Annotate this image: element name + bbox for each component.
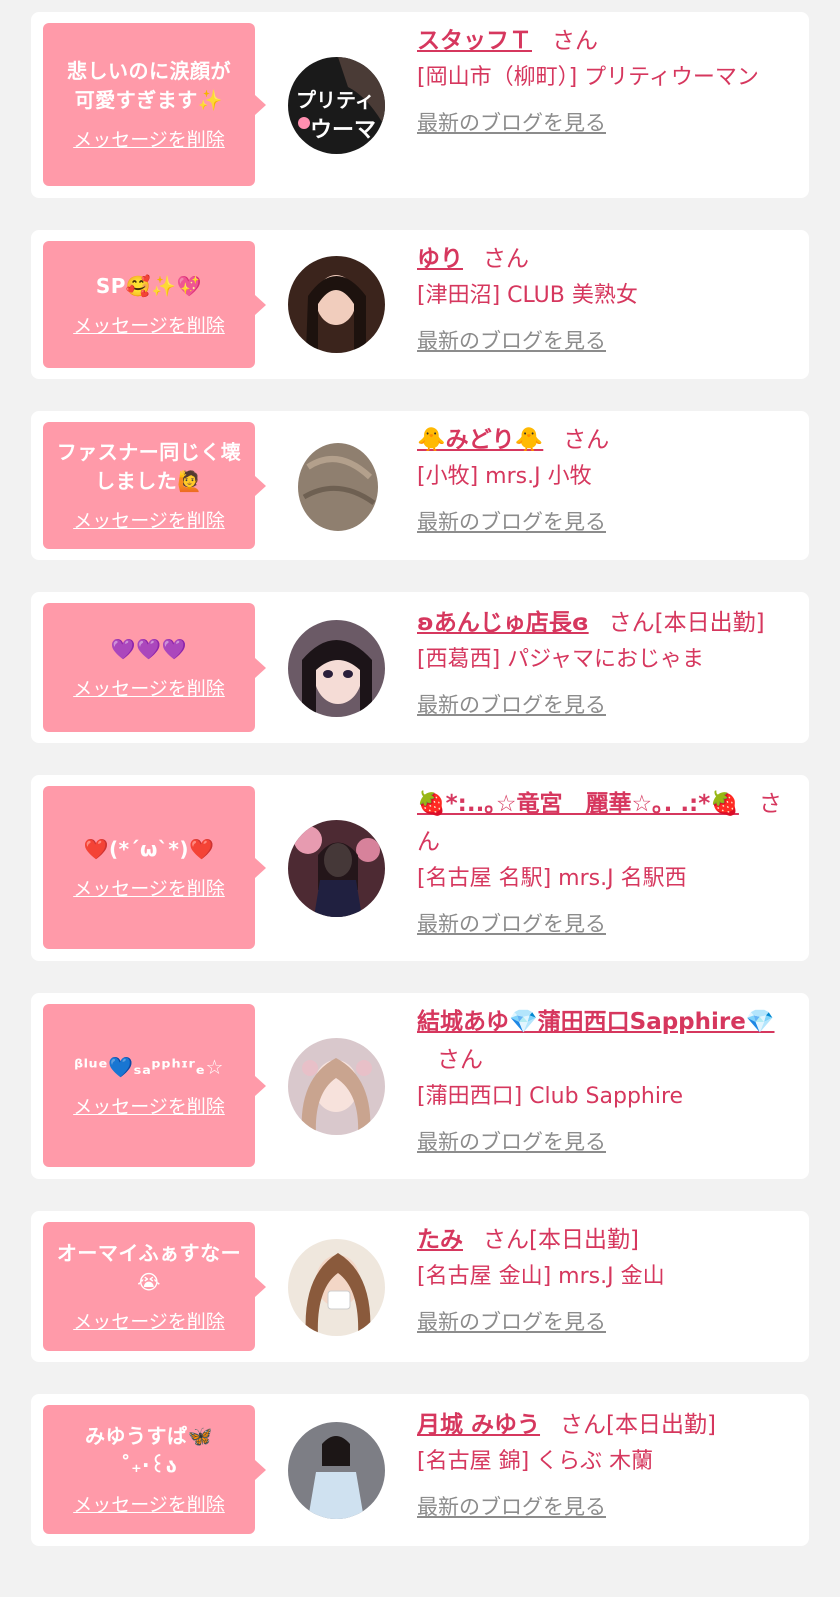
message-text: 悲しいのに涙顔が可愛すぎます✨ (67, 59, 231, 112)
shop-name: [津田沼] CLUB 美熟女 (417, 283, 638, 308)
list-item: ᵝˡᵘᵉ💙ₛₐᵖᵖʰᶦʳₑ☆ メッセージを削除 結城あゆ💎蒲田西口Sapphir… (31, 993, 809, 1179)
list-item: 💜💜💜 メッセージを削除 ʚあんじゅ店長ɞ さん[本日出勤] [西葛西] パジャマ… (31, 592, 809, 743)
view-blog-link[interactable]: 最新のブログを見る (417, 690, 606, 720)
cast-name-link[interactable]: 🍓*:..｡☆竜宮 麗華☆｡. .:*🍓 (417, 791, 739, 817)
cast-name-link[interactable]: 結城あゆ💎蒲田西口Sapphire💎 (417, 1009, 775, 1035)
avatar[interactable] (288, 620, 385, 717)
cast-info: ゆり さん [津田沼] CLUB 美熟女 最新のブログを見る (417, 240, 801, 356)
avatar-photo (288, 256, 385, 353)
cast-info: スタッフＴ さん [岡山市（柳町）] プリティウーマン 最新のブログを見る (417, 22, 801, 138)
avatar-photo (288, 620, 385, 717)
avatar[interactable] (288, 1239, 385, 1336)
delete-message-link[interactable]: メッセージを削除 (73, 1490, 225, 1517)
cast-name-link[interactable]: 🐥みどり🐥 (417, 427, 543, 453)
delete-message-link[interactable]: メッセージを削除 (73, 1307, 225, 1334)
delete-message-link[interactable]: メッセージを削除 (73, 1092, 225, 1119)
delete-message-link[interactable]: メッセージを削除 (73, 674, 225, 701)
avatar[interactable]: プリティ ウーマ (288, 57, 385, 154)
cast-name-link[interactable]: ʚあんじゅ店長ɞ (417, 610, 589, 636)
san-suffix: さん (437, 1047, 483, 1073)
shop-name: [名古屋 金山] mrs.J 金山 (417, 1264, 665, 1289)
avatar[interactable] (288, 437, 385, 534)
cast-info: 🐥みどり🐥 さん [小牧] mrs.J 小牧 最新のブログを見る (417, 421, 801, 537)
avatar[interactable] (288, 820, 385, 917)
view-blog-link[interactable]: 最新のブログを見る (417, 1492, 606, 1522)
status-badge: [本日出勤] (654, 610, 765, 636)
message-text: ᵝˡᵘᵉ💙ₛₐᵖᵖʰᶦʳₑ☆ (74, 1054, 224, 1079)
cast-name-link[interactable]: 月城 みゆう (417, 1412, 540, 1438)
view-blog-link[interactable]: 最新のブログを見る (417, 1127, 606, 1157)
view-blog-link[interactable]: 最新のブログを見る (417, 507, 606, 537)
cast-name-link[interactable]: たみ (417, 1227, 463, 1253)
cast-info: 結城あゆ💎蒲田西口Sapphire💎 さん [蒲田西口] Club Sapphir… (417, 1003, 801, 1157)
delete-message-link[interactable]: メッセージを削除 (73, 311, 225, 338)
message-bubble: 💜💜💜 メッセージを削除 (43, 603, 266, 732)
avatar[interactable] (288, 1038, 385, 1135)
cast-info: 月城 みゆう さん[本日出勤] [名古屋 錦] くらぶ 木蘭 最新のブログを見る (417, 1406, 801, 1522)
cast-info: 🍓*:..｡☆竜宮 麗華☆｡. .:*🍓 さん [名古屋 名駅] mrs.J 名駅… (417, 785, 801, 939)
avatar-photo (288, 1239, 385, 1336)
message-bubble: オーマイふぁすなー😭 メッセージを削除 (43, 1222, 266, 1351)
san-suffix: さん (608, 610, 655, 636)
avatar-photo (288, 1038, 385, 1135)
shop-name: [名古屋 錦] くらぶ 木蘭 (417, 1449, 654, 1474)
svg-text:プリティ: プリティ (296, 88, 375, 112)
message-bubble: ᵝˡᵘᵉ💙ₛₐᵖᵖʰᶦʳₑ☆ メッセージを削除 (43, 1004, 266, 1167)
message-text: オーマイふぁすなー😭 (56, 1241, 242, 1294)
view-blog-link[interactable]: 最新のブログを見る (417, 909, 606, 939)
message-bubble: SP🥰✨💖 メッセージを削除 (43, 241, 266, 368)
list-item: ファスナー同じく壊しました🙋 メッセージを削除 🐥みどり🐥 さん [小牧] mrs… (31, 411, 809, 560)
avatar-photo (288, 1422, 385, 1519)
shop-name: [蒲田西口] Club Sapphire (417, 1084, 684, 1109)
message-list: 悲しいのに涙顔が可愛すぎます✨ メッセージを削除 プリティ ウーマ スタッフＴ さ… (0, 0, 840, 1597)
view-blog-link[interactable]: 最新のブログを見る (417, 108, 606, 138)
cast-info: たみ さん[本日出勤] [名古屋 金山] mrs.J 金山 最新のブログを見る (417, 1221, 801, 1337)
list-item: SP🥰✨💖 メッセージを削除 ゆり さん [津田沼] CLUB 美熟女 最新のブロ… (31, 230, 809, 379)
cast-name-link[interactable]: スタッフＴ (417, 28, 532, 54)
avatar[interactable] (288, 256, 385, 353)
avatar[interactable] (288, 1422, 385, 1519)
status-badge: [本日出勤] (529, 1227, 639, 1253)
message-text: みゆうすぱ🦋 ˚₊‧꒰ა (85, 1424, 213, 1477)
list-item: みゆうすぱ🦋 ˚₊‧꒰ა メッセージを削除 月城 みゆう さん[本日出勤] [名古… (31, 1394, 809, 1546)
cast-info: ʚあんじゅ店長ɞ さん[本日出勤] [西葛西] パジャマにおじゃま 最新のブログを… (417, 604, 801, 720)
view-blog-link[interactable]: 最新のブログを見る (417, 1307, 606, 1337)
shop-name: [西葛西] パジャマにおじゃま (417, 647, 705, 672)
delete-message-link[interactable]: メッセージを削除 (73, 874, 225, 901)
delete-message-link[interactable]: メッセージを削除 (73, 125, 225, 152)
message-text: ファスナー同じく壊しました🙋 (56, 440, 242, 493)
list-item: 悲しいのに涙顔が可愛すぎます✨ メッセージを削除 プリティ ウーマ スタッフＴ さ… (31, 12, 809, 198)
message-text: 💜💜💜 (110, 636, 188, 661)
list-item: オーマイふぁすなー😭 メッセージを削除 たみ さん[本日出勤] [名古屋 金山] … (31, 1211, 809, 1362)
avatar-photo (288, 437, 385, 534)
avatar-photo (288, 820, 385, 917)
san-suffix: さん (552, 28, 598, 54)
list-item: ❤️(*´ω`*)❤️ メッセージを削除 🍓*:..｡☆竜宮 麗華☆｡. .:*… (31, 775, 809, 961)
san-suffix: さん (483, 1227, 529, 1253)
cast-name-link[interactable]: ゆり (417, 246, 463, 272)
avatar-pretty-woman-logo: プリティ ウーマ (288, 57, 385, 154)
shop-name: [小牧] mrs.J 小牧 (417, 464, 592, 489)
status-badge: [本日出勤] (606, 1412, 716, 1438)
message-text: ❤️(*´ω`*)❤️ (83, 836, 215, 861)
svg-text:ウーマ: ウーマ (310, 118, 376, 143)
message-bubble: ファスナー同じく壊しました🙋 メッセージを削除 (43, 422, 266, 549)
message-bubble: 悲しいのに涙顔が可愛すぎます✨ メッセージを削除 (43, 23, 266, 186)
san-suffix: さん (560, 1412, 607, 1438)
san-suffix: さん (563, 427, 610, 453)
san-suffix: さん (483, 246, 529, 272)
message-text: SP🥰✨💖 (95, 273, 203, 298)
shop-name: [名古屋 名駅] mrs.J 名駅西 (417, 866, 687, 891)
shop-name: [岡山市（柳町）] プリティウーマン (417, 65, 759, 90)
message-bubble: みゆうすぱ🦋 ˚₊‧꒰ა メッセージを削除 (43, 1405, 266, 1534)
delete-message-link[interactable]: メッセージを削除 (73, 506, 225, 533)
message-bubble: ❤️(*´ω`*)❤️ メッセージを削除 (43, 786, 266, 949)
view-blog-link[interactable]: 最新のブログを見る (417, 326, 606, 356)
